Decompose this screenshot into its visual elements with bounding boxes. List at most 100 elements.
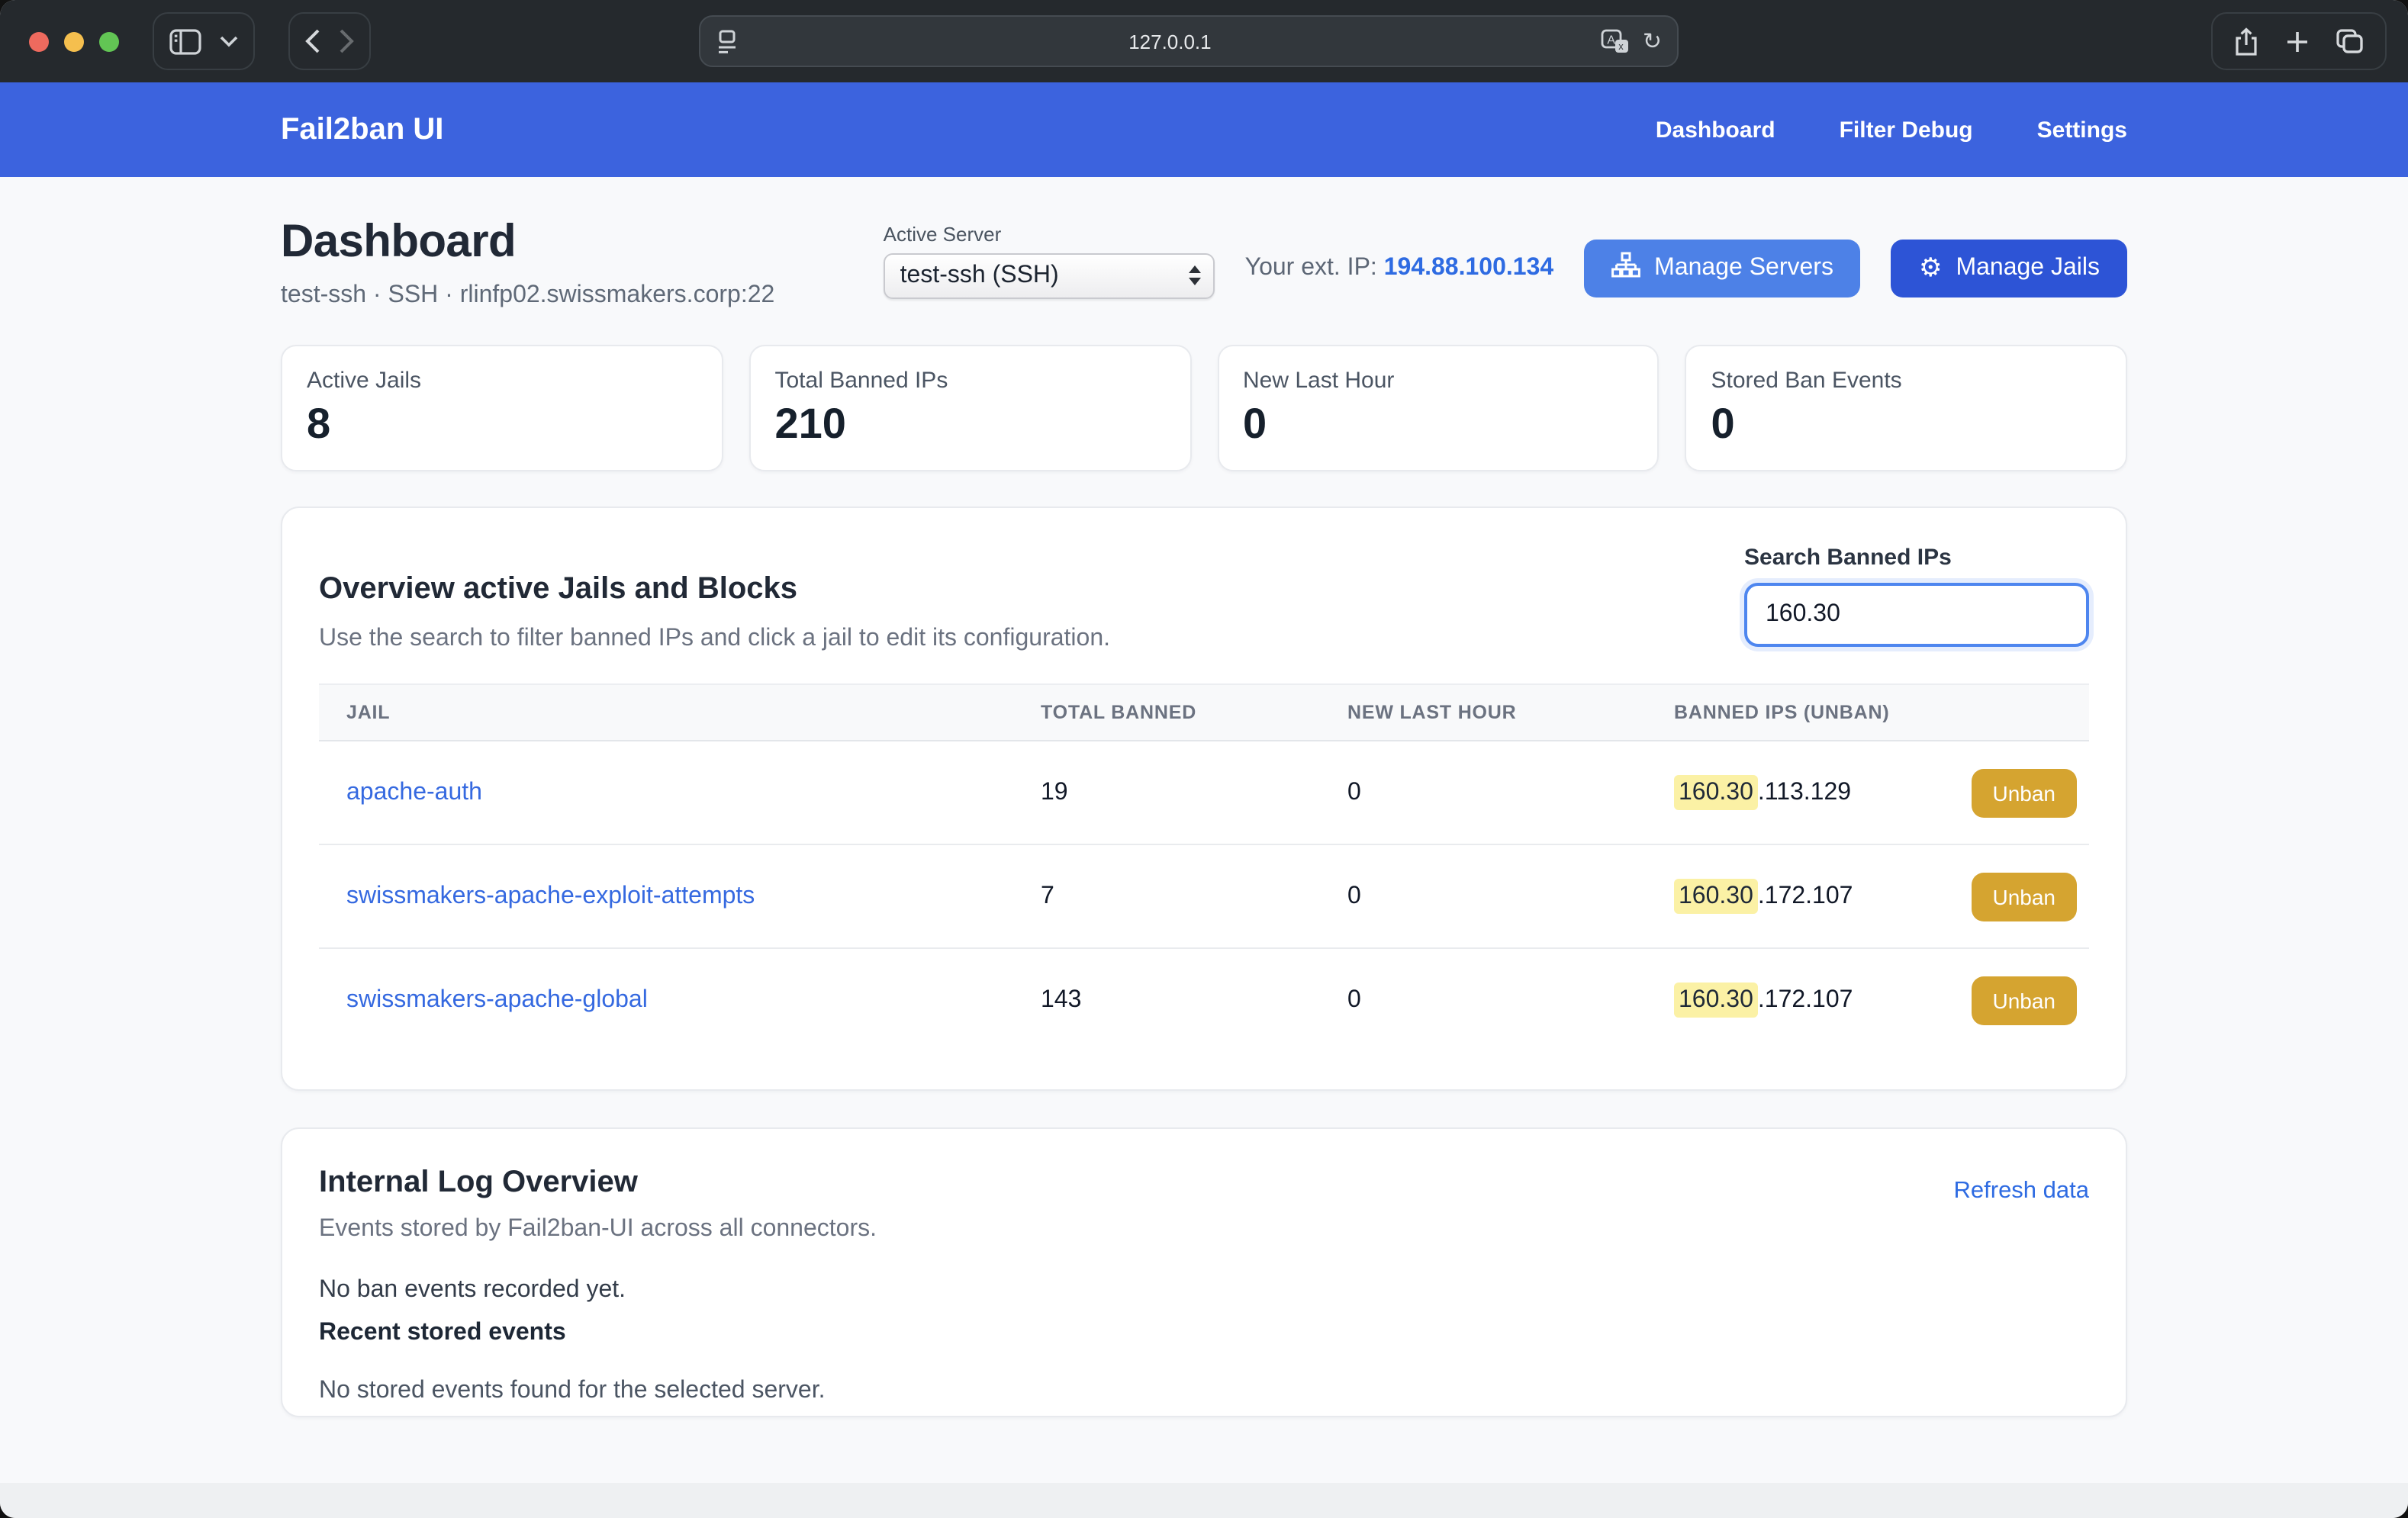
page-format-icon[interactable]: [716, 28, 739, 54]
reload-icon[interactable]: ↻: [1643, 30, 1662, 53]
close-window-button[interactable]: [29, 31, 49, 51]
table-row: apache-auth 19 0 160.30.113.129 Unban: [319, 741, 2089, 844]
window-actions-group: [2211, 12, 2387, 70]
internal-log-card: Internal Log Overview Events stored by F…: [281, 1127, 2127, 1417]
manage-servers-button[interactable]: Manage Servers: [1584, 239, 1861, 297]
stat-card-total-banned: Total Banned IPs 210: [749, 345, 1192, 471]
column-total: Total Banned: [1013, 684, 1320, 741]
url-text[interactable]: 127.0.0.1: [739, 30, 1602, 53]
browser-window: 127.0.0.1 A x ↻: [0, 0, 2408, 1518]
banned-ip-cell: 160.30.113.129 Unban: [1674, 768, 2077, 817]
ip-rest: .172.107: [1758, 987, 1853, 1013]
column-banned-ips: Banned IPs (Unban): [1647, 684, 2089, 741]
active-server-select[interactable]: test-ssh (SSH): [884, 252, 1215, 298]
stat-card-stored-ban-events: Stored Ban Events 0: [1685, 345, 2128, 471]
table-row: swissmakers-apache-global 143 0 160.30.1…: [319, 948, 2089, 1052]
back-icon[interactable]: [305, 29, 320, 53]
new-tab-icon[interactable]: [2286, 30, 2309, 53]
address-bar[interactable]: 127.0.0.1 A x ↻: [699, 15, 1679, 67]
manage-servers-label: Manage Servers: [1654, 254, 1833, 281]
jail-link[interactable]: swissmakers-apache-exploit-attempts: [346, 883, 755, 909]
sidebar-group: [153, 12, 255, 70]
stat-cards-row: Active Jails 8 Total Banned IPs 210 New …: [281, 345, 2127, 471]
external-ip-label: Your ext. IP:: [1245, 254, 1377, 280]
search-banned-ips-label: Search Banned IPs: [1744, 545, 2089, 571]
overview-title: Overview active Jails and Blocks: [319, 572, 1110, 607]
ip-highlight: 160.30: [1674, 774, 1758, 809]
stat-label: Active Jails: [307, 368, 697, 394]
stat-value: 0: [1711, 400, 2102, 449]
external-ip-line: Your ext. IP: 194.88.100.134: [1245, 254, 1554, 281]
jails-overview-card: Overview active Jails and Blocks Use the…: [281, 507, 2127, 1090]
refresh-data-link[interactable]: Refresh data: [1954, 1177, 2090, 1243]
column-new: New Last Hour: [1320, 684, 1647, 741]
ip-rest: .172.107: [1758, 883, 1853, 909]
table-row: swissmakers-apache-exploit-attempts 7 0 …: [319, 844, 2089, 948]
unban-button[interactable]: Unban: [1971, 768, 2077, 817]
stat-value: 210: [775, 400, 1166, 449]
stat-value: 8: [307, 400, 697, 449]
jails-table: Jail Total Banned New Last Hour Banned I…: [319, 683, 2089, 1052]
overview-subtitle: Use the search to filter banned IPs and …: [319, 626, 1110, 653]
history-nav-group: [288, 12, 371, 70]
banned-ip-cell: 160.30.172.107 Unban: [1674, 872, 2077, 921]
translate-icon[interactable]: A x: [1602, 28, 1631, 54]
page-title: Dashboard: [281, 217, 774, 269]
new-last-hour-cell: 0: [1320, 844, 1647, 948]
stat-card-active-jails: Active Jails 8: [281, 345, 723, 471]
external-ip-value[interactable]: 194.88.100.134: [1384, 254, 1553, 280]
no-ban-events-text: No ban events recorded yet.: [319, 1276, 2089, 1304]
tab-overview-icon[interactable]: [2336, 29, 2364, 53]
banned-ip-cell: 160.30.172.107 Unban: [1674, 976, 2077, 1025]
stat-label: Total Banned IPs: [775, 368, 1166, 394]
stat-value: 0: [1243, 400, 1634, 449]
search-banned-ips-input[interactable]: [1744, 583, 2089, 647]
stat-label: Stored Ban Events: [1711, 368, 2102, 394]
manage-jails-label: Manage Jails: [1956, 254, 2100, 281]
sidebar-toggle-icon[interactable]: [169, 28, 201, 54]
sidebar-chevron-down-icon[interactable]: [220, 35, 238, 47]
app-navbar: Fail2ban UI Dashboard Filter Debug Setti…: [0, 82, 2408, 177]
nav-link-dashboard[interactable]: Dashboard: [1656, 117, 1775, 143]
sitemap-icon: [1611, 251, 1640, 285]
share-icon[interactable]: [2234, 27, 2258, 56]
jail-link[interactable]: swissmakers-apache-global: [346, 987, 648, 1013]
minimize-window-button[interactable]: [64, 31, 84, 51]
table-header-row: Jail Total Banned New Last Hour Banned I…: [319, 684, 2089, 741]
active-server-value: test-ssh (SSH): [900, 262, 1189, 289]
svg-text:A: A: [1608, 34, 1616, 47]
ip-rest: .113.129: [1758, 779, 1851, 805]
recent-stored-events-title: Recent stored events: [319, 1319, 2089, 1346]
new-last-hour-cell: 0: [1320, 741, 1647, 844]
new-last-hour-cell: 0: [1320, 948, 1647, 1052]
traffic-lights: [29, 31, 119, 51]
server-subtitle: test-ssh · SSH · rlinfp02.swissmakers.co…: [281, 282, 774, 310]
svg-text:x: x: [1619, 40, 1624, 51]
nav-link-filter-debug[interactable]: Filter Debug: [1840, 117, 1973, 143]
stat-card-new-last-hour: New Last Hour 0: [1217, 345, 1660, 471]
log-title: Internal Log Overview: [319, 1165, 877, 1200]
page-header: Dashboard test-ssh · SSH · rlinfp02.swis…: [281, 217, 2127, 310]
ip-highlight: 160.30: [1674, 983, 1758, 1018]
select-stepper-icon: [1189, 265, 1201, 285]
unban-button[interactable]: Unban: [1971, 872, 2077, 921]
page-footer-strip: [0, 1483, 2408, 1518]
manage-jails-button[interactable]: ⚙︎ Manage Jails: [1891, 239, 2127, 297]
jail-link[interactable]: apache-auth: [346, 779, 482, 805]
total-banned-cell: 7: [1013, 844, 1320, 948]
total-banned-cell: 19: [1013, 741, 1320, 844]
ip-highlight: 160.30: [1674, 878, 1758, 913]
total-banned-cell: 143: [1013, 948, 1320, 1052]
brand-title[interactable]: Fail2ban UI: [281, 112, 443, 147]
stat-label: New Last Hour: [1243, 368, 1634, 394]
column-jail: Jail: [319, 684, 1013, 741]
active-server-label: Active Server: [884, 222, 1215, 245]
forward-icon[interactable]: [339, 29, 354, 53]
zoom-window-button[interactable]: [99, 31, 119, 51]
nav-link-settings[interactable]: Settings: [2037, 117, 2127, 143]
log-subtitle: Events stored by Fail2ban-UI across all …: [319, 1215, 877, 1243]
browser-toolbar: 127.0.0.1 A x ↻: [0, 0, 2408, 82]
gear-icon: ⚙︎: [1919, 255, 1943, 281]
no-stored-events-text: No stored events found for the selected …: [319, 1377, 2089, 1404]
unban-button[interactable]: Unban: [1971, 976, 2077, 1025]
